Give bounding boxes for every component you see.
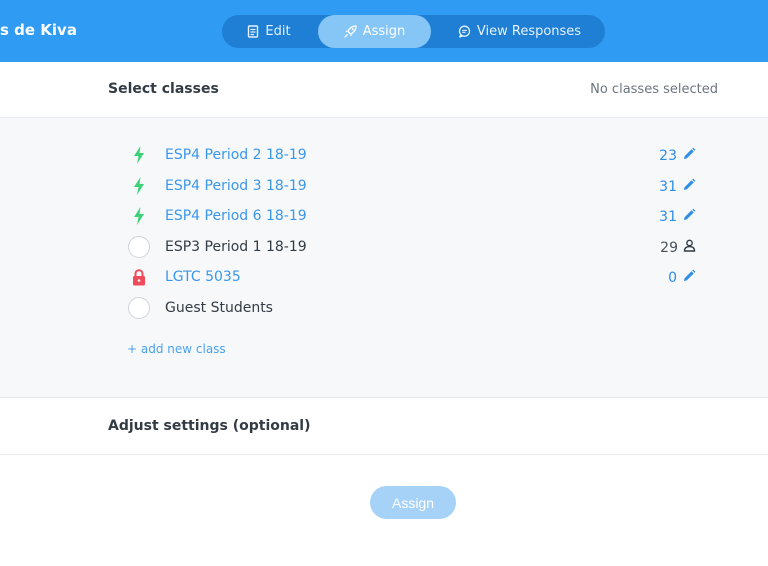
student-count[interactable]: 23 [659, 147, 696, 165]
pencil-icon[interactable] [682, 208, 696, 226]
selection-status: No classes selected [590, 82, 718, 97]
class-name[interactable]: Guest Students [165, 300, 273, 316]
tab-view-responses-label: View Responses [476, 24, 582, 39]
lightning-icon [128, 205, 150, 227]
adjust-settings-header[interactable]: Adjust settings (optional) [0, 398, 768, 455]
student-count: 29 [660, 239, 696, 256]
select-circle[interactable] [128, 236, 150, 258]
student-count-value: 0 [668, 270, 677, 286]
pencil-icon[interactable] [682, 178, 696, 196]
person-icon [683, 239, 696, 256]
class-row[interactable]: ESP4 Period 6 18-19 31 [0, 202, 768, 232]
app-title: s de Kiva [0, 21, 77, 39]
select-classes-header[interactable]: Select classes No classes selected [0, 62, 768, 118]
student-count-value: 23 [659, 148, 677, 164]
lock-icon [128, 266, 150, 288]
tab-assign-label: Assign [362, 24, 406, 39]
chat-bubble-icon [458, 25, 471, 38]
student-count[interactable]: 0 [668, 269, 696, 287]
student-count[interactable]: 31 [659, 208, 696, 226]
class-name[interactable]: LGTC 5035 [165, 269, 241, 285]
tab-assign[interactable]: Assign [318, 15, 431, 48]
class-row[interactable]: ESP4 Period 2 18-19 23 [0, 141, 768, 171]
pencil-icon[interactable] [682, 269, 696, 287]
lightning-icon [128, 144, 150, 166]
class-name[interactable]: ESP4 Period 6 18-19 [165, 208, 307, 224]
class-row[interactable]: ESP4 Period 3 18-19 31 [0, 172, 768, 202]
tab-edit[interactable]: Edit [222, 15, 316, 48]
class-name[interactable]: ESP4 Period 2 18-19 [165, 147, 307, 163]
tab-group: Edit Assign View Responses [222, 15, 605, 48]
tab-edit-label: Edit [265, 24, 291, 39]
pencil-icon[interactable] [682, 147, 696, 165]
top-bar: s de Kiva Edit Assign View Responses [0, 0, 768, 62]
select-classes-title: Select classes [108, 81, 219, 97]
select-circle[interactable] [128, 297, 150, 319]
student-count-value: 31 [659, 209, 677, 225]
class-row[interactable]: ESP3 Period 1 18-19 29 [0, 233, 768, 263]
class-list: ESP4 Period 2 18-19 23 ESP4 Period 3 18-… [0, 118, 768, 398]
class-row[interactable]: LGTC 5035 0 [0, 263, 768, 293]
student-count-value: 31 [659, 179, 677, 195]
add-new-class-link[interactable]: + add new class [127, 342, 226, 356]
assign-button[interactable]: Assign [370, 486, 456, 519]
document-icon [247, 25, 259, 38]
tab-view-responses[interactable]: View Responses [434, 15, 605, 48]
rocket-icon [344, 25, 357, 38]
class-name[interactable]: ESP4 Period 3 18-19 [165, 178, 307, 194]
student-count-value: 29 [660, 239, 678, 256]
student-count[interactable]: 31 [659, 178, 696, 196]
lightning-icon [128, 175, 150, 197]
class-name[interactable]: ESP3 Period 1 18-19 [165, 239, 307, 255]
class-row[interactable]: Guest Students [0, 294, 768, 324]
adjust-settings-title: Adjust settings (optional) [108, 418, 311, 434]
